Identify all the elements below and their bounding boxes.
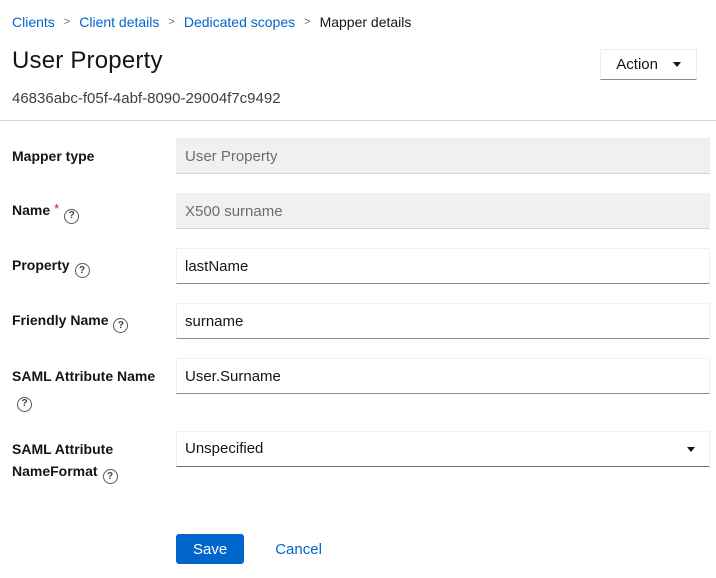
divider [0,120,716,121]
form-actions: Save Cancel [176,534,710,564]
help-icon[interactable]: ? [103,469,118,484]
property-label-text: Property [12,257,70,273]
help-icon[interactable]: ? [113,318,128,333]
property-label: Property? [12,254,176,279]
help-icon[interactable]: ? [64,209,79,224]
mapper-form: Mapper type Name *? Property? Friendly Na… [12,138,710,564]
friendly-name-input[interactable] [176,303,710,339]
help-icon[interactable]: ? [17,397,32,412]
property-input[interactable] [176,248,710,284]
saml-attribute-nameformat-select[interactable]: Unspecified [176,431,710,467]
mapper-type-label: Mapper type [12,145,176,167]
saml-attribute-name-label: SAML Attribute Name? [12,358,176,412]
page-header: User Property Action [12,47,710,80]
action-dropdown-label: Action [616,56,658,73]
action-dropdown-button[interactable]: Action [600,49,697,80]
mapper-type-input [176,138,710,174]
saml-attribute-nameformat-label: SAML Attribute NameFormat? [12,431,176,485]
friendly-name-label-text: Friendly Name [12,312,108,328]
friendly-name-label: Friendly Name? [12,309,176,334]
caret-down-icon [673,62,681,67]
breadcrumb-mapper-details: Mapper details [320,14,412,30]
saml-attribute-nameformat-label-text: SAML Attribute NameFormat [12,441,113,479]
breadcrumb-dedicated-scopes[interactable]: Dedicated scopes [184,14,295,30]
saml-attribute-name-input[interactable] [176,358,710,394]
breadcrumb: Clients > Client details > Dedicated sco… [12,14,710,30]
page-title: User Property [12,47,163,75]
help-icon[interactable]: ? [75,263,90,278]
form-row-name: Name *? [12,193,710,229]
caret-down-icon [687,447,695,452]
breadcrumb-separator: > [168,16,174,28]
mapper-details-page: Clients > Client details > Dedicated sco… [0,0,716,564]
required-indicator: * [54,201,59,216]
name-label: Name *? [12,198,176,224]
form-row-saml-attribute-name: SAML Attribute Name? [12,358,710,412]
save-button[interactable]: Save [176,534,244,564]
form-row-friendly-name: Friendly Name? [12,303,710,339]
mapper-type-label-text: Mapper type [12,148,94,164]
cancel-link[interactable]: Cancel [275,541,322,558]
form-row-mapper-type: Mapper type [12,138,710,174]
form-row-saml-attribute-nameformat: SAML Attribute NameFormat? Unspecified [12,431,710,485]
name-label-text: Name [12,202,50,218]
selected-option-label: Unspecified [185,440,263,457]
saml-attribute-name-label-text: SAML Attribute Name [12,368,155,384]
mapper-id-subtitle: 46836abc-f05f-4abf-8090-29004f7c9492 [12,90,710,107]
breadcrumb-clients[interactable]: Clients [12,14,55,30]
name-input [176,193,710,229]
breadcrumb-client-details[interactable]: Client details [79,14,159,30]
breadcrumb-separator: > [64,16,70,28]
form-row-property: Property? [12,248,710,284]
breadcrumb-separator: > [304,16,310,28]
